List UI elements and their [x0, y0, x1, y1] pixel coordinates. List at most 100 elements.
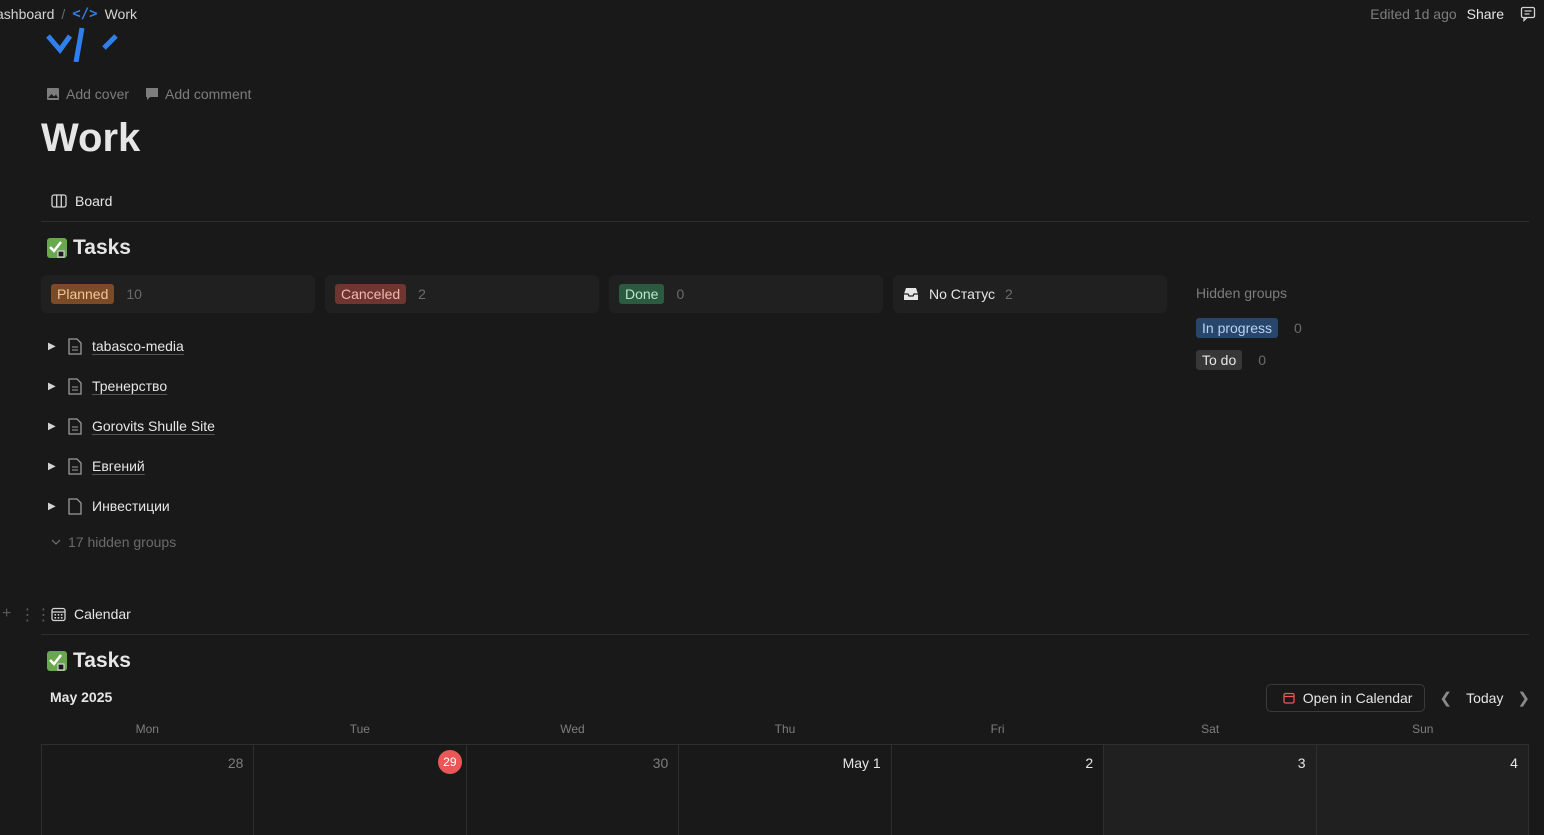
- chevron-down-icon: [51, 539, 61, 545]
- hidden-group-to-do[interactable]: To do 0: [1196, 350, 1302, 370]
- hidden-group-in-progress[interactable]: In progress 0: [1196, 318, 1302, 338]
- chevron-left-icon[interactable]: ❮: [1439, 689, 1452, 707]
- comments-icon[interactable]: [1520, 6, 1536, 22]
- weekday-label: Fri: [990, 722, 1005, 736]
- tab-board-label: Board: [75, 193, 113, 209]
- calendar-day-cell[interactable]: 29: [254, 745, 467, 835]
- group-count: 0: [676, 286, 685, 302]
- weekday-label: Thu: [774, 722, 796, 736]
- group-tag: In progress: [1196, 318, 1279, 338]
- page-title[interactable]: Work: [41, 116, 140, 161]
- row-label[interactable]: Евгений: [92, 458, 145, 474]
- caret-right-icon[interactable]: ▶: [48, 381, 58, 392]
- database-title[interactable]: Tasks: [47, 236, 131, 260]
- group-count: 0: [1294, 320, 1302, 336]
- calendar-day-cell[interactable]: May 1: [679, 745, 892, 835]
- row-label[interactable]: Тренерство: [92, 378, 167, 394]
- calendar-day-cell[interactable]: 4: [1316, 745, 1529, 835]
- hidden-groups-column: Hidden groups In progress 0 To do 0: [1196, 285, 1302, 382]
- weekday-label: Mon: [135, 722, 159, 736]
- weekday-label: Tue: [349, 722, 370, 736]
- database-title-label: Tasks: [73, 236, 131, 259]
- group-planned[interactable]: Planned 10: [41, 275, 315, 313]
- day-number: 3: [1297, 755, 1306, 771]
- group-canceled[interactable]: Canceled 2: [325, 275, 599, 313]
- top-bar: ashboard / </> Work Edited 1d ago Share: [0, 0, 1544, 30]
- database-title[interactable]: Tasks: [47, 649, 131, 673]
- weekday-label: Sun: [1412, 722, 1434, 736]
- calendar-controls: Open in Calendar ❮ Today ❯: [1265, 684, 1530, 712]
- share-button[interactable]: Share: [1467, 6, 1504, 22]
- group-tag: To do: [1196, 350, 1243, 370]
- plus-icon[interactable]: +: [2, 605, 11, 625]
- calendar-day-cell[interactable]: 3: [1104, 745, 1317, 835]
- day-number: 30: [652, 755, 669, 771]
- group-count: 0: [1258, 352, 1267, 368]
- image-icon: [47, 88, 59, 100]
- caret-right-icon[interactable]: ▶: [48, 341, 58, 352]
- breadcrumb: ashboard / </> Work: [0, 6, 137, 22]
- add-cover-label: Add cover: [66, 86, 130, 102]
- tab-calendar[interactable]: Calendar: [51, 606, 131, 622]
- add-cover-button[interactable]: Add cover: [46, 86, 129, 102]
- weekday-label: Wed: [560, 722, 585, 736]
- caret-right-icon[interactable]: ▶: [48, 501, 58, 512]
- calendar-day-cell[interactable]: 30: [467, 745, 680, 835]
- calendar-day-cell[interactable]: 28: [42, 745, 255, 835]
- page-icon: [68, 497, 82, 515]
- group-count: 2: [1005, 286, 1013, 302]
- block-handles: + ⋮⋮: [2, 605, 51, 625]
- row-label[interactable]: tabasco-media: [92, 338, 184, 354]
- caret-right-icon[interactable]: ▶: [48, 421, 58, 432]
- calendar-grid: 28 29 30 May 1 2 3 4: [41, 744, 1529, 835]
- day-number: 2: [1085, 755, 1094, 771]
- list-item[interactable]: ▶ Евгений: [48, 446, 215, 486]
- calendar-day-cell[interactable]: 2: [892, 745, 1105, 835]
- checkbox-icon: [47, 238, 67, 258]
- group-label: No Статус: [929, 286, 996, 302]
- tab-calendar-label: Calendar: [74, 606, 131, 622]
- page-icon: [68, 457, 82, 475]
- board-icon: [51, 194, 67, 208]
- breadcrumb-parent[interactable]: ashboard: [0, 6, 54, 22]
- page-icon: [68, 337, 82, 355]
- row-label[interactable]: Инвестиции: [92, 498, 170, 514]
- caret-right-icon[interactable]: ▶: [48, 461, 58, 472]
- tab-board[interactable]: Board: [51, 193, 112, 209]
- group-count: 2: [418, 286, 426, 302]
- group-tag: Done: [619, 284, 665, 304]
- chevron-right-icon[interactable]: ❯: [1517, 689, 1530, 707]
- breadcrumb-separator: /: [61, 6, 66, 22]
- board-group-headers: Planned 10 Canceled 2 Done 0 No Статус 2: [41, 275, 1167, 313]
- group-no-status[interactable]: No Статус 2: [893, 275, 1167, 313]
- list-item[interactable]: ▶ Инвестиции: [48, 486, 215, 526]
- group-tag: Planned: [51, 284, 115, 304]
- today-button[interactable]: Today: [1466, 690, 1503, 706]
- hidden-groups-label: 17 hidden groups: [68, 534, 177, 550]
- calendar-weekdays: Mon Tue Wed Thu Fri Sat Sun: [41, 722, 1529, 736]
- page-icon: [68, 417, 82, 435]
- hidden-groups-toggle[interactable]: 17 hidden groups: [50, 534, 176, 550]
- today-day-number: 29: [437, 750, 462, 774]
- breadcrumb-current[interactable]: Work: [105, 6, 137, 22]
- page-code-icon[interactable]: [46, 26, 118, 62]
- list-item[interactable]: ▶ tabasco-media: [48, 326, 215, 366]
- drag-handle-icon[interactable]: ⋮⋮: [19, 605, 51, 625]
- open-in-calendar-button[interactable]: Open in Calendar: [1265, 684, 1426, 712]
- database-title-label: Tasks: [73, 649, 131, 672]
- list-item[interactable]: ▶ Тренерство: [48, 366, 215, 406]
- inbox-icon: [904, 288, 918, 300]
- page-icon: [68, 377, 82, 395]
- group-tag: Canceled: [335, 284, 407, 304]
- list-item[interactable]: ▶ Gorovits Shulle Site: [48, 406, 215, 446]
- day-number: 28: [227, 755, 244, 771]
- group-done[interactable]: Done 0: [609, 275, 883, 313]
- calendar-icon: [51, 607, 66, 621]
- weekday-label: Sat: [1201, 722, 1220, 736]
- divider: [41, 221, 1529, 222]
- row-label[interactable]: Gorovits Shulle Site: [92, 418, 215, 434]
- add-comment-button[interactable]: Add comment: [145, 86, 251, 102]
- board-rows: ▶ tabasco-media ▶ Тренерство ▶ Gorovits …: [48, 326, 215, 526]
- comment-icon: [146, 88, 159, 100]
- calendar-month: May 2025: [50, 689, 113, 705]
